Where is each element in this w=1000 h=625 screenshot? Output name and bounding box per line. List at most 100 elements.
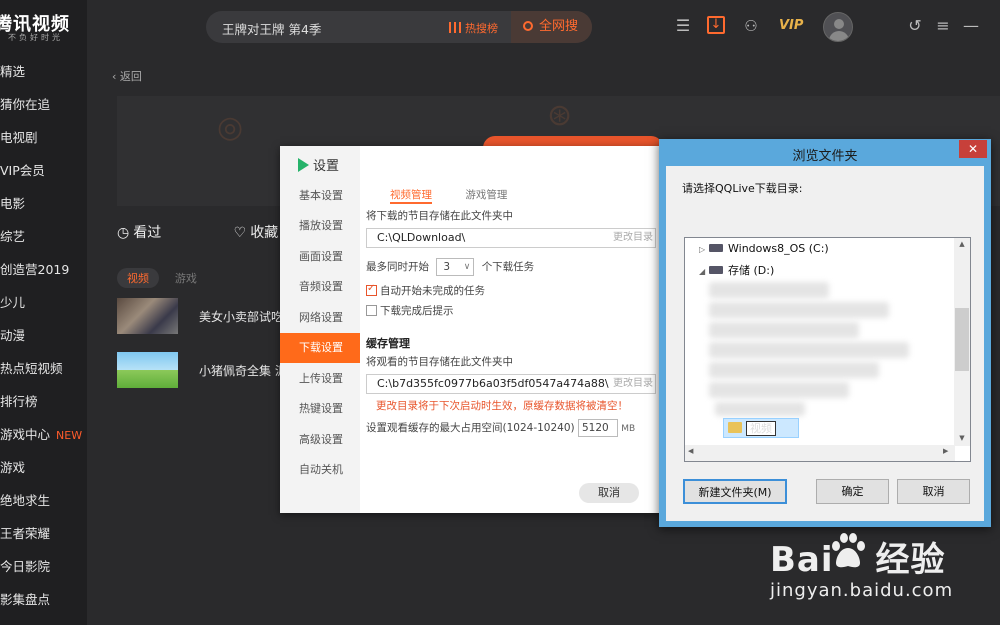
scroll-up-icon[interactable]: ▲ — [954, 240, 970, 248]
scroll-right-icon[interactable]: ▶ — [943, 447, 948, 455]
folder-name-edit[interactable]: 视频 — [746, 421, 776, 436]
drive-icon — [709, 266, 723, 274]
sidebar-item-game-center[interactable]: 游戏中心 NEW — [0, 418, 87, 451]
tree-node-c[interactable]: ▷ Windows8_OS (C:) — [699, 242, 829, 255]
gamepad-icon[interactable]: ⚇ — [741, 16, 761, 36]
sidebar-item[interactable]: 电影 — [0, 187, 87, 220]
settings-nav-item[interactable]: 热键设置 — [280, 394, 360, 424]
sidebar-item[interactable]: 精选 — [0, 55, 87, 88]
cache-size-input[interactable]: 5120 — [577, 419, 618, 437]
new-folder-button[interactable]: 新建文件夹(M) — [683, 479, 787, 504]
settings-title-text: 设置 — [313, 159, 340, 174]
search-box[interactable]: 王牌对王牌 第4季 热搜榜 全网搜 — [206, 11, 592, 43]
scroll-thumb[interactable] — [955, 308, 969, 371]
tree-node-d[interactable]: ◢ 存储 (D:) — [699, 262, 774, 278]
sidebar-item[interactable]: 少儿 — [0, 286, 87, 319]
download-icon[interactable]: ↓ — [707, 16, 725, 34]
sidebar-item[interactable]: 绝地求生 — [0, 484, 87, 517]
baidu-watermark: Bai 经验 jingyan.baidu.com — [770, 532, 1000, 625]
tab-video[interactable]: 视频 — [117, 268, 159, 288]
sidebar-item[interactable]: 排行榜 — [0, 385, 87, 418]
close-button[interactable]: ✕ — [959, 140, 987, 158]
sidebar-item[interactable]: VIP会员 — [0, 154, 87, 187]
tab-game[interactable]: 游戏 — [175, 270, 197, 286]
tab-game-manage[interactable]: 游戏管理 — [465, 189, 507, 201]
top-bar: 王牌对王牌 第4季 热搜榜 全网搜 ☰ ↓ ⚇ VIP ↺ ≡ — — [87, 0, 1000, 52]
app-slogan: 不负好时光 — [8, 33, 63, 42]
horizontal-scrollbar[interactable]: ◀ ▶ — [685, 445, 955, 461]
app-logo[interactable]: 腾讯视频 不负好时光 — [0, 10, 87, 44]
cancel-button[interactable]: 取消 — [579, 483, 639, 503]
search-all-button[interactable]: 全网搜 — [511, 11, 592, 43]
vip-label[interactable]: VIP — [779, 18, 803, 33]
auto-start-checkbox[interactable] — [366, 283, 377, 296]
vertical-scrollbar[interactable]: ▲ ▼ — [954, 238, 970, 446]
cache-size-row: 设置观看缓存的最大占用空间(1024-10240) 5120 MB — [366, 419, 635, 437]
sidebar-item[interactable]: 游戏 — [0, 451, 87, 484]
history-icon[interactable]: ☰ — [673, 16, 693, 36]
settings-nav-item[interactable]: 播放设置 — [280, 211, 360, 241]
max-tasks-select[interactable]: 3 — [436, 258, 475, 276]
settings-nav: 设置 基本设置 播放设置 画面设置 音频设置 网络设置 下载设置 上传设置 热键… — [280, 146, 360, 513]
menu-icon[interactable]: ≡ — [933, 16, 953, 36]
minimize-icon[interactable]: — — [961, 16, 981, 36]
settings-nav-item[interactable]: 基本设置 — [280, 181, 360, 211]
watched-tab[interactable]: ◷ 看过 — [117, 225, 195, 241]
decor-icon: ◎ — [217, 110, 244, 145]
sidebar-item[interactable]: 综艺 — [0, 220, 87, 253]
sidebar-item[interactable]: 电视剧 — [0, 121, 87, 154]
settings-dialog: 设置 基本设置 播放设置 画面设置 音频设置 网络设置 下载设置 上传设置 热键… — [280, 146, 660, 513]
settings-nav-item[interactable]: 网络设置 — [280, 303, 360, 333]
sidebar-item[interactable]: 今日影院 — [0, 550, 87, 583]
notify-checkbox[interactable] — [366, 305, 377, 316]
tree-node-label: Windows8_OS (C:) — [728, 242, 829, 255]
scroll-down-icon[interactable]: ▼ — [954, 434, 970, 442]
auto-start-row[interactable]: 自动开始未完成的任务 — [366, 283, 485, 298]
scroll-left-icon[interactable]: ◀ — [688, 447, 693, 455]
blurred-folder — [709, 362, 879, 378]
clock-icon: ◷ — [117, 225, 130, 241]
download-dir-field[interactable]: C:\QLDownload\ 更改目录 — [366, 228, 656, 248]
history-item[interactable]: 美女小卖部试吃 — [117, 298, 287, 334]
content-tabs: 视频 游戏 — [117, 268, 197, 288]
ok-button[interactable]: 确定 — [816, 479, 889, 504]
watermark-brand-cn: 经验 — [875, 540, 946, 580]
avatar[interactable] — [823, 12, 853, 42]
notify-label: 下载完成后提示 — [380, 305, 454, 317]
folder-tree[interactable]: ▷ Windows8_OS (C:) ◢ 存储 (D:) 视频 ▲ ▼ ◀ ▶ — [684, 237, 971, 462]
settings-nav-item-download[interactable]: 下载设置 — [280, 333, 360, 363]
settings-nav-item[interactable]: 画面设置 — [280, 242, 360, 272]
blurred-folder — [709, 342, 909, 358]
tab-video-manage[interactable]: 视频管理 — [390, 189, 432, 204]
watched-label: 看过 — [133, 225, 162, 241]
settings-nav-item[interactable]: 高级设置 — [280, 425, 360, 455]
folder-icon — [728, 422, 742, 433]
blurred-folder — [709, 282, 829, 298]
cache-change-dir-link[interactable]: 更改目录 — [613, 375, 653, 393]
settings-nav-item[interactable]: 自动关机 — [280, 455, 360, 485]
sidebar-item[interactable]: 影集盘点 — [0, 583, 87, 616]
cancel-button[interactable]: 取消 — [897, 479, 970, 504]
hot-search-link[interactable]: 热搜榜 — [449, 20, 498, 36]
back-link[interactable]: ‹ 返回 — [112, 68, 142, 84]
dialog-titlebar[interactable]: 浏览文件夹 ✕ — [659, 139, 991, 165]
history-item[interactable]: 小猪佩奇全集 泥 — [117, 352, 287, 388]
video-thumbnail — [117, 298, 178, 334]
cache-dir-field[interactable]: C:\b7d355fc0977b6a03f5df0547a474a88\ 更改目… — [366, 374, 656, 394]
tree-node-selected[interactable]: 视频 — [723, 418, 799, 438]
settings-nav-item[interactable]: 上传设置 — [280, 364, 360, 394]
settings-nav-item[interactable]: 音频设置 — [280, 272, 360, 302]
change-dir-link[interactable]: 更改目录 — [613, 229, 653, 247]
tencent-play-icon — [298, 158, 309, 172]
sidebar-item[interactable]: 动漫 — [0, 319, 87, 352]
sidebar-item[interactable]: 热点短视频 — [0, 352, 87, 385]
search-input[interactable]: 王牌对王牌 第4季 — [222, 19, 321, 38]
dialog-prompt: 请选择QQLive下载目录: — [682, 182, 803, 195]
auto-start-label: 自动开始未完成的任务 — [380, 285, 485, 297]
sidebar-item[interactable]: 猜你在追 — [0, 88, 87, 121]
notify-row[interactable]: 下载完成后提示 — [366, 303, 454, 318]
sidebar-item[interactable]: 创造营2019 — [0, 253, 87, 286]
refresh-icon[interactable]: ↺ — [905, 16, 925, 36]
heart-icon: ♡ — [233, 225, 247, 241]
sidebar-item[interactable]: 王者荣耀 — [0, 517, 87, 550]
